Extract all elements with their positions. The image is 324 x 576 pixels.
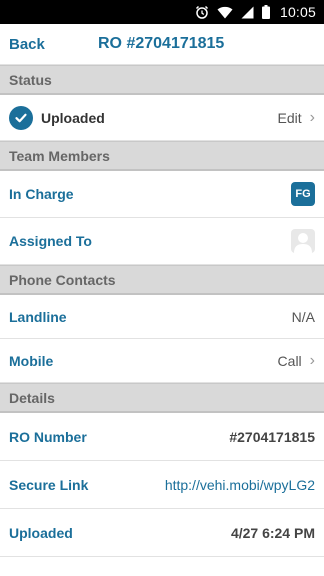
landline-row: Landline N/A — [0, 295, 324, 339]
person-placeholder-icon — [291, 229, 315, 253]
nav-bar: Back RO #2704171815 — [0, 24, 324, 65]
section-header-phone: Phone Contacts — [0, 265, 324, 295]
mobile-row[interactable]: Mobile Call › — [0, 339, 324, 383]
ro-number-row: RO Number #2704171815 — [0, 413, 324, 461]
edit-label: Edit — [277, 109, 302, 126]
in-charge-avatar: FG — [291, 182, 315, 206]
chevron-right-icon: › — [309, 351, 315, 369]
in-charge-row[interactable]: In Charge FG — [0, 171, 324, 218]
page-title: RO #2704171815 — [98, 35, 225, 52]
check-circle-icon — [9, 105, 33, 130]
section-header-status: Status — [0, 65, 324, 95]
assigned-to-label: Assigned To — [9, 233, 92, 249]
section-header-team: Team Members — [0, 141, 324, 171]
alarm-icon — [195, 5, 209, 19]
status-row[interactable]: Uploaded Edit › — [0, 95, 324, 141]
signal-icon — [241, 6, 254, 19]
call-label: Call — [277, 352, 302, 369]
back-button[interactable]: Back — [9, 36, 45, 53]
assigned-to-row[interactable]: Assigned To — [0, 218, 324, 265]
battery-icon — [261, 5, 270, 19]
secure-link[interactable]: http://vehi.mobi/wpyLG2 — [165, 477, 315, 493]
uploaded-row: Uploaded 4/27 6:24 PM — [0, 509, 324, 557]
landline-value: N/A — [291, 308, 315, 325]
uploaded-value: 4/27 6:24 PM — [230, 524, 315, 541]
mobile-label: Mobile — [9, 352, 54, 369]
in-charge-label: In Charge — [9, 186, 74, 202]
call-mobile-button[interactable]: Call › — [277, 351, 315, 369]
ro-number-value: #2704171815 — [229, 428, 315, 445]
status-text: Uploaded — [41, 109, 105, 126]
chevron-right-icon: › — [309, 108, 315, 126]
uploaded-label: Uploaded — [9, 524, 73, 541]
edit-status-button[interactable]: Edit › — [277, 108, 315, 126]
wifi-icon — [217, 6, 233, 19]
status-indicator: Uploaded — [9, 105, 105, 130]
secure-link-label: Secure Link — [9, 476, 89, 493]
clock: 10:05 — [279, 4, 316, 20]
secure-link-row[interactable]: Secure Link http://vehi.mobi/wpyLG2 — [0, 461, 324, 509]
landline-label: Landline — [9, 308, 67, 325]
section-header-details: Details — [0, 383, 324, 413]
system-status-bar: 10:05 — [0, 0, 324, 24]
ro-number-label: RO Number — [9, 428, 87, 445]
